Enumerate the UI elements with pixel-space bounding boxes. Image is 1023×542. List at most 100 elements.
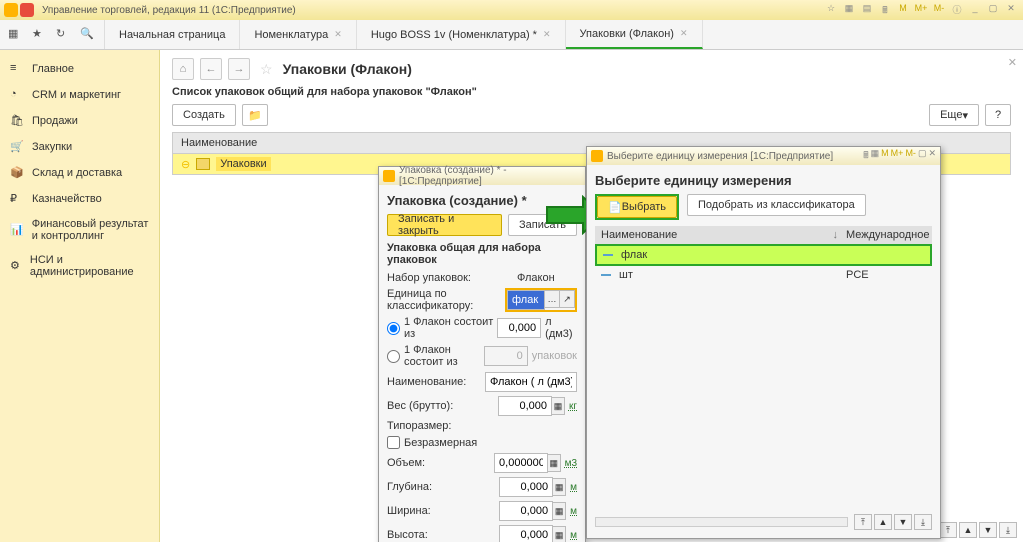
close-icon[interactable]: ✕ (334, 29, 342, 40)
calc-icon[interactable]: ▦ (552, 526, 566, 542)
nav-bottom-icon[interactable]: ⤓ (999, 522, 1017, 538)
collapse-icon[interactable]: ⊖ (181, 158, 190, 171)
favorite-icon[interactable]: ☆ (260, 61, 273, 78)
tab-packaging[interactable]: Упаковки (Флакон) ✕ (566, 20, 703, 49)
nav-bottom-icon[interactable]: ⤓ (914, 514, 932, 530)
horizontal-scrollbar[interactable] (595, 517, 848, 527)
dimensionless-checkbox[interactable] (387, 436, 400, 449)
sidebar-label: Продажи (32, 115, 78, 127)
radio1-value[interactable] (497, 318, 541, 338)
name-input[interactable] (485, 372, 577, 392)
calc-icon[interactable]: ▦ (547, 454, 561, 472)
nav-down-icon[interactable]: ▼ (894, 514, 912, 530)
sidebar-item-sales[interactable]: 🛍Продажи (0, 108, 159, 134)
tb-mplus[interactable]: M+ (891, 148, 904, 164)
radio2-unit: упаковок (532, 350, 577, 362)
create-folder-button[interactable]: 📁 (242, 104, 268, 126)
forward-button[interactable]: → (228, 58, 250, 80)
depth-unit[interactable]: м (570, 482, 577, 493)
nav-down-icon[interactable]: ▼ (979, 522, 997, 538)
dropdown-icon[interactable]: … (544, 290, 560, 308)
tab-hugo-boss[interactable]: Hugo BOSS 1v (Номенклатура) *✕ (357, 20, 566, 49)
chart-icon: 📊 (10, 223, 24, 237)
tab-start[interactable]: Начальная страница (105, 20, 240, 49)
type-label: Типоразмер: (387, 420, 517, 432)
favorites-icon[interactable]: ★ (32, 27, 48, 43)
classifier-input[interactable] (507, 290, 545, 310)
radio-packs[interactable] (387, 350, 400, 363)
more-button[interactable]: Еще ▾ (929, 104, 979, 126)
tb-calc-icon[interactable]: 🖩 (877, 3, 893, 17)
select-button[interactable]: 📄 Выбрать (597, 196, 677, 218)
classifier-button[interactable]: Подобрать из классификатора (687, 194, 866, 216)
volume-unit[interactable]: м3 (565, 458, 577, 469)
maximize-button[interactable]: ▢ (985, 3, 1001, 17)
app-title: Управление торговлей, редакция 11 (1С:Пр… (42, 5, 823, 16)
tab-label: Упаковки (Флакон) (580, 28, 674, 40)
weight-label: Вес (брутто): (387, 400, 498, 412)
height-unit[interactable]: м (570, 530, 577, 541)
sidebar-item-finance[interactable]: 📊 Финансовый результат и контроллинг (0, 212, 159, 248)
tb-star-icon[interactable]: ☆ (823, 3, 839, 17)
tb-mminus[interactable]: M- (905, 148, 916, 164)
sort-icon[interactable]: ↓ (833, 229, 839, 241)
tb-grid-icon[interactable]: ▦ (871, 148, 880, 164)
home-button[interactable]: ⌂ (172, 58, 194, 80)
tab-nomenclature[interactable]: Номенклатура ✕ (240, 20, 356, 49)
tb-calc-icon[interactable]: 🖩 (863, 148, 868, 164)
sidebar-item-warehouse[interactable]: 📦Склад и доставка (0, 160, 159, 186)
dlg-maximize-icon[interactable]: ▢ (918, 148, 927, 164)
nav-up-icon[interactable]: ▲ (959, 522, 977, 538)
weight-unit[interactable]: кг (569, 401, 577, 412)
tb-grid-icon[interactable]: ▦ (841, 3, 857, 17)
close-button[interactable]: ✕ (1003, 3, 1019, 17)
calc-icon[interactable]: ▦ (551, 397, 565, 415)
create-button[interactable]: Создать (172, 104, 236, 126)
sidebar-label: Финансовый результат и контроллинг (32, 218, 149, 242)
depth-label: Глубина: (387, 481, 499, 493)
weight-input[interactable] (498, 396, 552, 416)
width-unit[interactable]: м (570, 506, 577, 517)
width-input[interactable] (499, 501, 553, 521)
calc-icon[interactable]: ▦ (552, 502, 566, 520)
minimize-button[interactable]: _ (967, 3, 983, 17)
sidebar-item-main[interactable]: ≡Главное (0, 56, 159, 82)
dlg-close-icon[interactable]: ✕ (928, 148, 936, 164)
sidebar-item-crm[interactable]: ◔CRM и маркетинг (0, 82, 159, 108)
close-page-icon[interactable]: ✕ (1008, 56, 1017, 69)
radio-liters[interactable] (387, 322, 400, 335)
close-icon[interactable]: ✕ (543, 29, 551, 40)
calc-icon[interactable]: ▦ (552, 478, 566, 496)
sidebar-item-treasury[interactable]: ₽Казначейство (0, 186, 159, 212)
volume-input[interactable] (494, 453, 548, 473)
tb-info-icon[interactable]: ⓘ (949, 3, 965, 17)
tb-doc-icon[interactable]: ▤ (859, 3, 875, 17)
height-input[interactable] (499, 525, 553, 542)
save-close-button[interactable]: Записать и закрыть (387, 214, 502, 236)
unit-row-selected[interactable]: флак (595, 244, 932, 266)
nav-top-icon[interactable]: ⤒ (854, 514, 872, 530)
open-icon[interactable]: ↗ (559, 290, 575, 308)
col-name[interactable]: Наименование (601, 229, 833, 241)
tab-label: Номенклатура (254, 29, 328, 41)
nav-top-icon[interactable]: ⤒ (939, 522, 957, 538)
unit-intl: PCE (846, 269, 926, 281)
nav-up-icon[interactable]: ▲ (874, 514, 892, 530)
sidebar-item-purchases[interactable]: 🛒Закупки (0, 134, 159, 160)
tb-m[interactable]: M (895, 3, 911, 17)
col-intl[interactable]: Международное (846, 229, 926, 241)
save-button[interactable]: Записать (508, 214, 577, 236)
tb-mplus[interactable]: M+ (913, 3, 929, 17)
tb-m[interactable]: M (881, 148, 889, 164)
help-button[interactable]: ? (985, 104, 1011, 126)
search-icon[interactable]: 🔍 (80, 27, 96, 43)
sidebar-item-admin[interactable]: ⚙НСИ и администрирование (0, 248, 159, 284)
depth-input[interactable] (499, 477, 553, 497)
unit-row[interactable]: шт PCE (595, 266, 932, 284)
back-button[interactable]: ← (200, 58, 222, 80)
box-icon: 📦 (10, 166, 24, 180)
tb-mminus[interactable]: M- (931, 3, 947, 17)
apps-icon[interactable]: ▦ (8, 27, 24, 43)
close-icon[interactable]: ✕ (680, 28, 688, 39)
history-icon[interactable]: ↻ (56, 27, 72, 43)
